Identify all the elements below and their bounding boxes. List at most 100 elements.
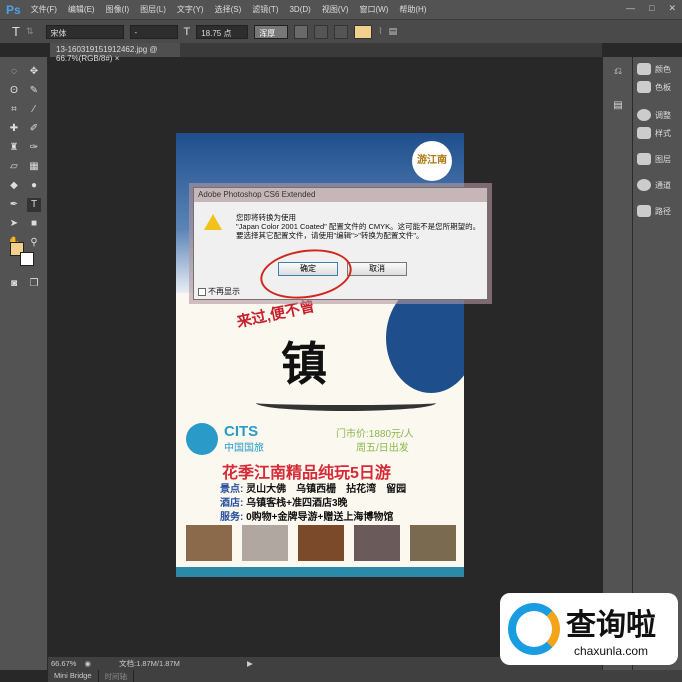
maximize-button[interactable]: □ [649,3,654,14]
type-tool-icon[interactable]: T [12,24,20,39]
minimize-button[interactable]: — [626,3,635,14]
brand-en: CITS [224,423,259,440]
panel-swatches[interactable]: 色板 [637,81,671,93]
tab-mini-bridge[interactable]: Mini Bridge [48,670,99,682]
panel-adjustments[interactable]: 调整 [637,109,671,121]
align-right-button[interactable] [334,24,349,39]
panel-styles[interactable]: 样式 [637,127,671,139]
menu-select[interactable]: 选择(S) [215,4,242,15]
font-size-select[interactable]: 18.75 点 [196,24,249,39]
close-tab-icon[interactable]: × [115,54,120,63]
menu-view[interactable]: 视图(V) [322,4,349,15]
tools-panel: ◌ ✥ ʘ ✎ ⌗ ⁄ ✚ ✐ ♜ ✑ ▱ ▦ ◆ ● ✒ T ➤ ■ ✋ ⚲ … [0,57,48,670]
antialias-select[interactable]: 浑厚 [254,24,289,39]
poster-details: 景点: 灵山大佛 乌镇西栅 拈花湾 留园 酒店: 乌镇客栈+准四酒店3晚 服务:… [220,484,407,523]
panel-layers[interactable]: 图层 [637,153,671,165]
poster-big-char: 镇 [281,337,327,391]
schedule: 周五/日出发 [356,443,409,454]
font-family-select[interactable]: 宋体 [45,24,124,39]
options-bar: T ⇅ 宋体 - T 18.75 点 浑厚 ⌇ ▤ [0,19,682,43]
document-tab[interactable]: 13-160319151912462.jpg @ 66.7%(RGB/8#) × [50,43,180,63]
marquee-icon[interactable]: ◌ [7,65,21,79]
hotel-photo [354,525,400,561]
brand-cn: 中国国旅 [224,443,264,454]
healing-icon[interactable]: ✚ [7,122,21,136]
menu-image[interactable]: 图像(I) [106,4,130,15]
orientation-icon[interactable]: ⇅ [26,26,34,37]
zoom-icon[interactable]: ⚲ [27,236,41,250]
hotel-photo [242,525,288,561]
dont-show-again[interactable]: 不再显示 [198,286,240,297]
brush-icon[interactable]: ✐ [27,122,41,136]
quick-mask-icon[interactable]: ◙ [7,277,21,291]
color-profile-dialog: Adobe Photoshop CS6 Extended 您即将转换为使用 "J… [193,187,488,305]
cancel-button[interactable]: 取消 [347,262,407,276]
stamp-icon[interactable]: ♜ [7,141,21,155]
align-left-button[interactable] [294,24,309,39]
history-brush-icon[interactable]: ✑ [27,141,41,155]
close-button[interactable]: ✕ [668,3,676,14]
hotel-photo [410,525,456,561]
watermark-logo-icon [508,603,560,655]
poster-slogan: 来过,便不曾 [235,297,317,332]
background-color[interactable] [20,252,34,266]
channels-icon [637,179,651,191]
align-center-button[interactable] [314,24,329,39]
panel-dock: 颜色 色板 调整 样式 图层 通道 路径 [632,57,682,670]
dialog-message: 您即将转换为使用 "Japan Color 2001 Coated" 配置文件的… [236,213,481,240]
layers-icon [637,153,651,165]
hotel-photo [298,525,344,561]
text-color-swatch[interactable] [354,24,373,39]
swatches-icon [637,81,651,93]
styles-icon [637,127,651,139]
menu-bar: Ps 文件(F) 编辑(E) 图像(I) 图层(L) 文字(Y) 选择(S) 滤… [0,0,682,19]
properties-icon[interactable]: ▤ [611,99,625,113]
quick-select-icon[interactable]: ✎ [27,84,41,98]
zoom-level[interactable]: 66.67% [51,659,76,668]
blur-icon[interactable]: ◆ [7,179,21,193]
menu-window[interactable]: 窗口(W) [360,4,389,15]
panel-color[interactable]: 颜色 [637,63,671,75]
menu-3d[interactable]: 3D(D) [289,5,310,14]
path-select-icon[interactable]: ➤ [7,217,21,231]
menu-layer[interactable]: 图层(L) [140,4,166,15]
price: 门市价:1880元/人 [336,429,414,440]
menu-edit[interactable]: 编辑(E) [68,4,95,15]
window-controls: — □ ✕ [626,3,676,14]
warp-text-icon[interactable]: ⌇ [378,26,382,37]
poster-footer-bar [176,567,464,577]
menu-help[interactable]: 帮助(H) [399,4,426,15]
eyedropper-icon[interactable]: ⁄ [27,103,41,117]
type-icon[interactable]: T [27,198,41,212]
lasso-icon[interactable]: ʘ [7,84,21,98]
poster-badge: 游江南 [412,141,452,181]
dialog-title: Adobe Photoshop CS6 Extended [194,188,487,202]
menu-filter[interactable]: 滤镜(T) [252,4,278,15]
dodge-icon[interactable]: ● [27,179,41,193]
font-style-select[interactable]: - [129,24,178,39]
tab-timeline[interactable]: 时间轴 [99,670,135,682]
photo-strip [186,525,456,561]
shape-icon[interactable]: ■ [27,217,41,231]
headline: 花季江南精品纯玩5日游 [222,465,391,482]
doc-size: 文档:1.87M/1.87M [118,659,180,668]
paths-icon [637,205,651,217]
menu-file[interactable]: 文件(F) [31,4,57,15]
screen-mode-icon[interactable]: ❐ [27,277,41,291]
eraser-icon[interactable]: ▱ [7,160,21,174]
character-panel-icon[interactable]: ▤ [389,26,398,37]
crop-icon[interactable]: ⌗ [7,103,21,117]
checkbox[interactable] [198,287,206,296]
panel-channels[interactable]: 通道 [637,179,671,191]
move-icon[interactable]: ✥ [27,65,41,79]
menu-type[interactable]: 文字(Y) [177,4,204,15]
gradient-icon[interactable]: ▦ [27,160,41,174]
history-icon[interactable]: ⎌ [611,65,625,79]
collapsed-panels: ⎌ ▤ [602,57,632,670]
ps-logo: Ps [6,2,21,17]
zoom-icon[interactable]: ◉ [84,659,91,668]
panel-paths[interactable]: 路径 [637,205,671,217]
pen-icon[interactable]: ✒ [7,198,21,212]
status-menu-arrow[interactable]: ▶ [247,659,253,668]
watermark: 查询啦 chaxunla.com [500,593,678,665]
